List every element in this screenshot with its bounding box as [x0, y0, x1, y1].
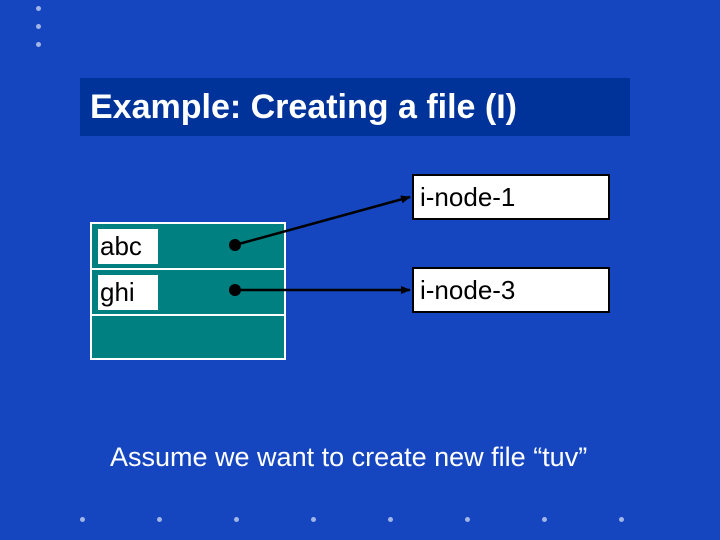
- inode-box-1: i-node-1: [412, 174, 610, 220]
- table-row: abc: [90, 222, 286, 268]
- directory-table: abc ghi: [90, 222, 286, 360]
- inode-box-3: i-node-3: [412, 267, 610, 313]
- decor-dots-horizontal: [80, 517, 624, 522]
- table-row: ghi: [90, 268, 286, 314]
- slide-title: Example: Creating a file (I): [80, 78, 630, 136]
- slide: Example: Creating a file (I) i-node-1 i-…: [0, 0, 720, 540]
- dir-entry-label: abc: [98, 229, 158, 264]
- dir-entry-label: ghi: [98, 275, 158, 310]
- decor-dots-vertical: [36, 6, 41, 47]
- slide-caption: Assume we want to create new file “tuv”: [110, 442, 587, 473]
- table-row: [90, 314, 286, 360]
